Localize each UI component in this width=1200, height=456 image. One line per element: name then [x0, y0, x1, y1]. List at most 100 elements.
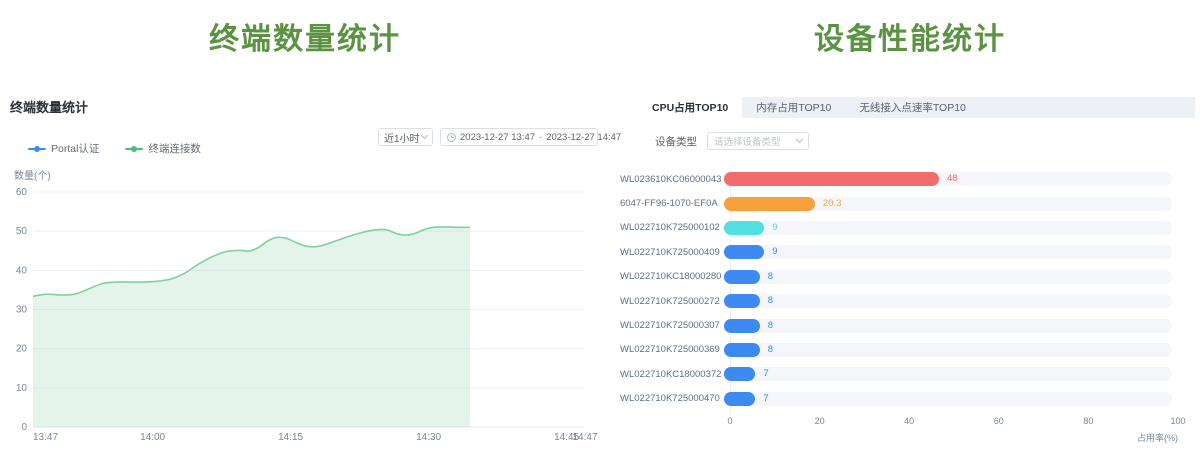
bar-chart-x-ticks: 020406080100 — [730, 416, 1178, 428]
bar-row: WL022710KC18000280 8 — [620, 265, 1180, 289]
device-type-filter-row: 设备类型 请选择设备类型 — [655, 132, 809, 150]
device-type-label: 设备类型 — [655, 134, 697, 149]
time-range-value: 近1小时 — [384, 130, 422, 145]
bar-value: 7 — [763, 368, 768, 379]
legend-label: 终端连接数 — [148, 141, 201, 156]
bar-6047-FF96-1070-EF0A[interactable] — [724, 197, 815, 211]
bar-value: 20.3 — [823, 198, 842, 209]
y-tick-label: 40 — [16, 265, 28, 276]
bar-WL022710K725000470[interactable] — [724, 392, 755, 406]
x-tick-label: 60 — [994, 416, 1004, 426]
terminal-stats-panel: 终端数量统计 终端数量统计 近1小时 2023-12-27 13:47 - 20… — [0, 0, 610, 456]
y-tick-label: 60 — [16, 187, 28, 198]
x-tick-label: 80 — [1083, 416, 1093, 426]
bar-value: 8 — [768, 320, 773, 331]
bar-track: 48 — [724, 172, 1172, 186]
bar-track: 7 — [724, 367, 1172, 381]
tab-wireless-rate-top10[interactable]: 无线接入点速率TOP10 — [845, 97, 980, 118]
x-tick-label: 100 — [1170, 416, 1185, 426]
bar-category-label: WL022710K725000369 — [620, 344, 724, 355]
bar-WL022710K725000102[interactable] — [724, 221, 764, 235]
legend-marker-icon — [28, 145, 46, 153]
x-tick-label: 14:15 — [278, 432, 303, 443]
date-range-separator: - — [539, 132, 542, 143]
date-range-picker[interactable]: 2023-12-27 13:47 - 2023-12-27 14:47 — [440, 128, 598, 146]
bar-value: 8 — [768, 271, 773, 282]
y-tick-label: 0 — [21, 422, 27, 433]
bar-category-label: WL022710K725000272 — [620, 296, 724, 307]
bar-WL022710KC18000372[interactable] — [724, 367, 755, 381]
bar-track: 8 — [724, 270, 1172, 284]
bar-category-label: 6047-FF96-1070-EF0A — [620, 198, 724, 209]
bar-track: 20.3 — [724, 197, 1172, 211]
x-tick-label: 13:47 — [33, 432, 58, 443]
legend-label: Portal认证 — [51, 141, 99, 156]
bar-row: 6047-FF96-1070-EF0A 20.3 — [620, 191, 1180, 215]
bar-WL023610KC06000043[interactable] — [724, 172, 939, 186]
date-range-start: 2023-12-27 13:47 — [460, 132, 535, 143]
legend-item-1[interactable]: 终端连接数 — [125, 141, 201, 156]
y-tick-label: 10 — [16, 383, 28, 394]
bar-WL022710K725000409[interactable] — [724, 245, 764, 259]
date-range-end: 2023-12-27 14:47 — [546, 132, 621, 143]
bar-row: WL022710K725000102 9 — [620, 216, 1180, 240]
bar-value: 9 — [772, 246, 777, 257]
bar-track: 9 — [724, 221, 1172, 235]
bar-WL022710K725000307[interactable] — [724, 319, 760, 333]
x-tick-label: 14:30 — [416, 432, 441, 443]
device-performance-panel: 设备性能统计 CPU占用TOP10 内存占用TOP10 无线接入点速率TOP10… — [620, 0, 1200, 456]
x-tick-label: 20 — [815, 416, 825, 426]
bar-category-label: WL022710KC18000280 — [620, 271, 724, 282]
bar-WL022710KC18000280[interactable] — [724, 270, 760, 284]
device-type-select[interactable]: 请选择设备类型 — [707, 132, 809, 150]
y-tick-label: 20 — [16, 344, 28, 355]
bar-value: 7 — [763, 393, 768, 404]
cpu-top10-bar-chart: WL023610KC0600004348 6047-FF96-1070-EF0A 2… — [620, 167, 1180, 411]
bar-row: WL022710K725000272 8 — [620, 289, 1180, 313]
area-fill — [33, 227, 470, 427]
bar-category-label: WL022710KC18000372 — [620, 369, 724, 380]
bar-category-label: WL022710K725000409 — [620, 247, 724, 258]
bar-track: 8 — [724, 294, 1172, 308]
top10-tab-bar: CPU占用TOP10 内存占用TOP10 无线接入点速率TOP10 — [638, 97, 1195, 118]
terminal-widget-title: 终端数量统计 — [10, 97, 88, 116]
bar-value: 9 — [772, 222, 777, 233]
legend-dot — [131, 146, 137, 152]
chevron-down-icon — [796, 136, 803, 143]
tab-memory-top10[interactable]: 内存占用TOP10 — [742, 97, 845, 118]
bar-row: WL022710K725000409 9 — [620, 240, 1180, 264]
legend-marker-icon — [125, 145, 143, 153]
bar-WL022710K725000369[interactable] — [724, 343, 760, 357]
terminal-line-chart[interactable]: 数量(个)010203040506013:4714:0014:1514:3014… — [0, 162, 600, 452]
tab-cpu-top10[interactable]: CPU占用TOP10 — [638, 97, 742, 118]
bar-category-label: WL022710K725000102 — [620, 222, 724, 233]
bar-row: WL022710K725000369 8 — [620, 338, 1180, 362]
left-page-title: 终端数量统计 — [0, 14, 610, 58]
device-type-placeholder: 请选择设备类型 — [714, 134, 797, 148]
bar-value: 8 — [768, 344, 773, 355]
y-tick-label: 50 — [16, 226, 28, 237]
bar-row: WL023610KC0600004348 — [620, 167, 1180, 191]
x-tick-label: 14:47 — [572, 432, 597, 443]
legend-item-0[interactable]: Portal认证 — [28, 141, 99, 156]
bar-chart-x-axis-label: 占用率(%) — [730, 431, 1178, 444]
bar-track: 7 — [724, 392, 1172, 406]
bar-WL022710K725000272[interactable] — [724, 294, 760, 308]
x-tick-label: 0 — [727, 416, 732, 426]
bar-category-label: WL022710K725000307 — [620, 320, 724, 331]
x-tick-label: 40 — [904, 416, 914, 426]
legend-dot — [34, 146, 40, 152]
bar-track: 8 — [724, 343, 1172, 357]
bar-category-label: WL022710K725000470 — [620, 393, 724, 404]
bar-track: 8 — [724, 319, 1172, 333]
bar-row: WL022710K725000470 7 — [620, 387, 1180, 411]
time-range-select[interactable]: 近1小时 — [378, 128, 433, 146]
bar-value: 8 — [768, 295, 773, 306]
x-tick-label: 14:00 — [140, 432, 165, 443]
clock-icon — [447, 133, 456, 142]
y-axis-title: 数量(个) — [14, 169, 51, 182]
chart-legend: Portal认证 终端连接数 — [28, 141, 201, 156]
chevron-down-icon — [421, 132, 428, 139]
bar-row: WL022710K725000307 8 — [620, 313, 1180, 337]
right-page-title: 设备性能统计 — [620, 14, 1200, 58]
